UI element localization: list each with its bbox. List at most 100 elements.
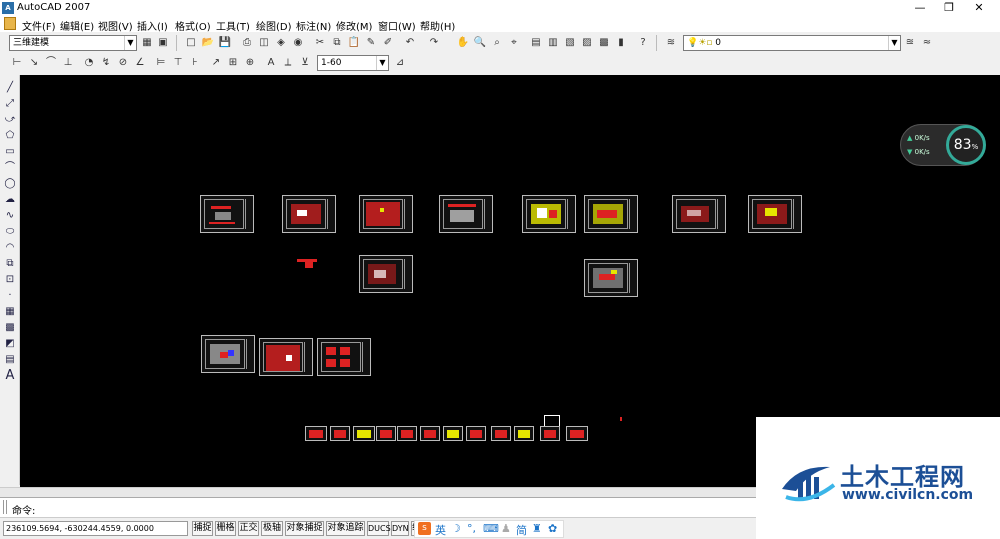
- otrack-toggle[interactable]: 对象追踪: [326, 521, 365, 536]
- region-icon[interactable]: ◩: [3, 337, 17, 351]
- tolerance-icon[interactable]: ⊞: [226, 56, 240, 70]
- arc-icon[interactable]: ⌒: [3, 161, 17, 175]
- menu-tools[interactable]: 工具(T): [216, 18, 250, 33]
- save-workspace-icon[interactable]: ▣: [156, 36, 170, 50]
- markup-icon[interactable]: ▩: [597, 36, 611, 50]
- drawing-sheet[interactable]: [439, 195, 493, 233]
- drawing-sheet[interactable]: [397, 426, 417, 441]
- save-icon[interactable]: 💾: [218, 36, 232, 50]
- menu-help[interactable]: 帮助(H): [420, 18, 455, 33]
- network-monitor-widget[interactable]: ▲ 0K/s ▼ 0K/s 83%: [900, 124, 986, 166]
- redo-icon[interactable]: ↷: [427, 36, 441, 50]
- insert-block-icon[interactable]: ⧉: [3, 257, 17, 271]
- point-icon[interactable]: ·: [3, 289, 17, 303]
- drawing-sheet[interactable]: [359, 195, 413, 233]
- keyboard-icon[interactable]: ⌨: [483, 522, 499, 535]
- grid-toggle[interactable]: 栅格: [215, 521, 236, 536]
- drawing-sheet[interactable]: [359, 255, 413, 293]
- user-icon[interactable]: ♟: [501, 522, 511, 535]
- linear-dimension-icon[interactable]: ⊢: [10, 56, 24, 70]
- document-icon[interactable]: [4, 17, 16, 30]
- polar-toggle[interactable]: 极轴: [261, 521, 283, 536]
- drawing-sheet[interactable]: [201, 335, 255, 373]
- jogged-dimension-icon[interactable]: ↯: [99, 56, 113, 70]
- dimension-style-select[interactable]: 1-60 ▼: [317, 55, 389, 71]
- rectangle-icon[interactable]: ▭: [3, 145, 17, 159]
- drawing-sheet[interactable]: [514, 426, 534, 441]
- menu-edit[interactable]: 编辑(E): [60, 18, 94, 33]
- ellipse-arc-icon[interactable]: ◠: [3, 241, 17, 255]
- close-button[interactable]: ✕: [964, 0, 994, 16]
- print-icon[interactable]: ⎙: [240, 36, 254, 50]
- arc-length-icon[interactable]: ⌒: [44, 56, 58, 70]
- diameter-dimension-icon[interactable]: ⊘: [116, 56, 130, 70]
- drawing-sheet[interactable]: [376, 426, 396, 441]
- menu-file[interactable]: 文件(F): [22, 18, 56, 33]
- ime-language[interactable]: 英: [435, 522, 446, 538]
- construction-line-icon[interactable]: ⤢: [3, 97, 17, 111]
- ducs-toggle[interactable]: DUCS: [367, 521, 391, 536]
- menu-draw[interactable]: 绘图(D): [256, 18, 292, 33]
- polygon-icon[interactable]: ⬠: [3, 129, 17, 143]
- ellipse-icon[interactable]: ⬭: [3, 225, 17, 239]
- open-icon[interactable]: 📂: [201, 36, 215, 50]
- make-object-layer-current-icon[interactable]: ≊: [903, 36, 917, 50]
- multiline-text-icon[interactable]: A: [3, 369, 17, 383]
- punctuation-icon[interactable]: °,: [467, 522, 476, 535]
- dimension-edit-icon[interactable]: A: [264, 56, 278, 70]
- gradient-icon[interactable]: ▩: [3, 321, 17, 335]
- maximize-button[interactable]: ❐: [934, 0, 964, 16]
- zoom-previous-icon[interactable]: ⌖: [507, 36, 521, 50]
- menu-window[interactable]: 窗口(W): [378, 18, 416, 33]
- line-icon[interactable]: ╱: [3, 81, 17, 95]
- layer-manager-icon[interactable]: ≋: [664, 36, 678, 50]
- drawing-sheet[interactable]: [282, 195, 336, 233]
- osnap-toggle[interactable]: 对象捕捉: [285, 521, 324, 536]
- snap-toggle[interactable]: 捕捉: [192, 521, 213, 536]
- drawing-sheet[interactable]: [305, 426, 327, 441]
- drawing-sheet[interactable]: [353, 426, 375, 441]
- menu-view[interactable]: 视图(V): [98, 18, 133, 33]
- publish-icon[interactable]: ◈: [274, 36, 288, 50]
- half-width-icon[interactable]: ☽: [451, 522, 461, 535]
- circle-icon[interactable]: ◯: [3, 177, 17, 191]
- block-editor-icon[interactable]: ✐: [381, 36, 395, 50]
- command-grip-icon[interactable]: [3, 500, 7, 514]
- properties-icon[interactable]: ▤: [529, 36, 543, 50]
- menu-modify[interactable]: 修改(M): [336, 18, 372, 33]
- menu-format[interactable]: 格式(O): [175, 18, 211, 33]
- help-icon[interactable]: ?: [636, 36, 650, 50]
- table-icon[interactable]: ▤: [3, 353, 17, 367]
- hatch-icon[interactable]: ▦: [3, 305, 17, 319]
- drawing-sheet[interactable]: [540, 426, 560, 441]
- tool-palettes-icon[interactable]: ▧: [563, 36, 577, 50]
- plot-preview-icon[interactable]: ◫: [257, 36, 271, 50]
- dimension-text-edit-icon[interactable]: ⟂: [281, 56, 295, 70]
- new-icon[interactable]: □: [184, 36, 198, 50]
- drawing-sheet[interactable]: [443, 426, 463, 441]
- drawing-sheet[interactable]: [330, 426, 350, 441]
- drawing-sheet[interactable]: [522, 195, 576, 233]
- menu-dimension[interactable]: 标注(N): [296, 18, 331, 33]
- quick-leader-icon[interactable]: ↗: [209, 56, 223, 70]
- zoom-realtime-icon[interactable]: 🔍: [473, 36, 487, 50]
- dyn-toggle[interactable]: DYN: [391, 521, 409, 536]
- ordinate-dimension-icon[interactable]: ⊥: [61, 56, 75, 70]
- settings-icon[interactable]: ✿: [548, 522, 557, 535]
- design-center-icon[interactable]: ▥: [546, 36, 560, 50]
- polyline-icon[interactable]: ⤻: [3, 113, 17, 127]
- workspace-select[interactable]: 三维建模 ▼: [9, 35, 137, 51]
- layer-select[interactable]: 💡☀▫ 0 ▼: [683, 35, 901, 51]
- drawing-sheet[interactable]: [491, 426, 511, 441]
- minimize-button[interactable]: —: [905, 0, 935, 16]
- ortho-toggle[interactable]: 正交: [238, 521, 259, 536]
- zoom-window-icon[interactable]: ⌕: [490, 36, 504, 50]
- drawing-sheet[interactable]: [672, 195, 726, 233]
- workspace-settings-icon[interactable]: ▦: [140, 36, 154, 50]
- drawing-sheet[interactable]: [466, 426, 486, 441]
- continue-dimension-icon[interactable]: ⊦: [188, 56, 202, 70]
- center-mark-icon[interactable]: ⊕: [243, 56, 257, 70]
- match-properties-icon[interactable]: ✎: [364, 36, 378, 50]
- quick-dimension-icon[interactable]: ⊨: [154, 56, 168, 70]
- coordinate-readout[interactable]: 236109.5694, -630244.4559, 0.0000: [3, 521, 188, 536]
